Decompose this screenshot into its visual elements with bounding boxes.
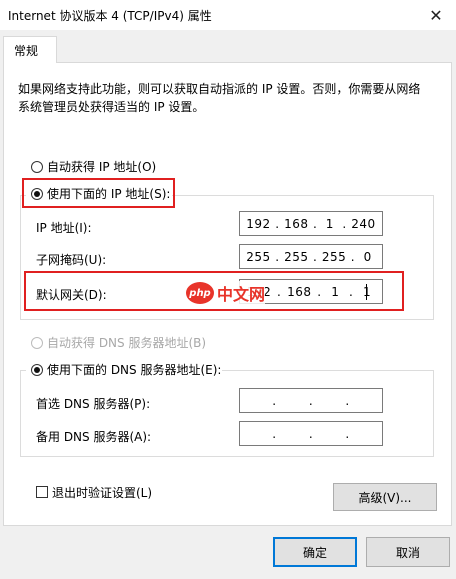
manual-dns-radio[interactable]: [31, 364, 43, 376]
validate-on-exit-checkbox[interactable]: [36, 486, 48, 498]
subnet-mask-label: 子网掩码(U):: [36, 253, 107, 267]
cancel-button[interactable]: 取消: [366, 537, 450, 567]
window-title: Internet 协议版本 4 (TCP/IPv4) 属性: [8, 9, 212, 23]
description-text: 如果网络支持此功能，则可以获取自动指派的 IP 设置。否则，你需要从网络系统管理…: [18, 82, 421, 114]
alternate-dns-label: 备用 DNS 服务器(A):: [36, 430, 152, 444]
subnet-mask-input[interactable]: 255. 255. 255. 0: [239, 244, 383, 269]
preferred-dns-input[interactable]: . . .: [239, 388, 383, 413]
preferred-dns-label: 首选 DNS 服务器(P):: [36, 397, 151, 411]
alternate-dns-input[interactable]: . . .: [239, 421, 383, 446]
tab-general[interactable]: 常规: [3, 36, 57, 63]
subnet-octet: 0: [363, 249, 372, 264]
tab-general-label: 常规: [14, 44, 39, 58]
ok-button[interactable]: 确定: [273, 537, 357, 567]
watermark: php 中文网: [186, 281, 266, 305]
close-icon: ✕: [429, 5, 443, 25]
auto-ip-label[interactable]: 自动获得 IP 地址(O): [47, 158, 156, 175]
validate-on-exit-label[interactable]: 退出时验证设置(L): [52, 484, 152, 501]
subnet-octet: 255: [321, 249, 347, 264]
auto-dns-label[interactable]: 自动获得 DNS 服务器地址(B): [47, 334, 206, 351]
ip-octet: 1: [325, 216, 334, 231]
advanced-button[interactable]: 高级(V)...: [333, 483, 437, 511]
auto-ip-radio[interactable]: [31, 161, 43, 173]
watermark-text: 中文网: [217, 285, 266, 304]
watermark-logo: php: [186, 282, 214, 304]
ip-octet: 192: [246, 216, 271, 231]
subnet-octet: 255: [246, 249, 271, 264]
auto-dns-radio[interactable]: [31, 337, 43, 349]
ip-octet: 240: [351, 216, 376, 231]
ip-address-label: IP 地址(I):: [36, 221, 92, 235]
ip-octet: 168: [284, 216, 309, 231]
ip-address-input[interactable]: 192. 168. 1. 240: [239, 211, 383, 236]
annotation-highlight-manual-ip: [22, 178, 175, 208]
manual-dns-label[interactable]: 使用下面的 DNS 服务器地址(E):: [47, 361, 221, 378]
close-button[interactable]: ✕: [416, 0, 456, 30]
subnet-octet: 255: [284, 249, 309, 264]
